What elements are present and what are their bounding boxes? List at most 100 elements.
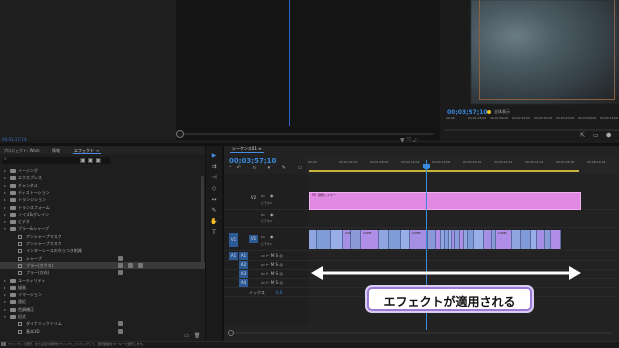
effects-folder[interactable]: ▸ 描画	[0, 284, 205, 291]
source-playhead[interactable]	[289, 0, 290, 126]
effects-folder[interactable]: ▾ 旧式	[0, 313, 205, 320]
effects-folder[interactable]: ▸ ユーティリティ	[0, 277, 205, 284]
slip-tool-icon[interactable]: ↔	[210, 196, 218, 204]
effects-item[interactable]: アンシャープマスク	[0, 240, 205, 247]
program-ruler[interactable]: 00;00 00;01;28;00 00;01;56;00 00;02;24;00 00…	[444, 116, 619, 122]
effects-item[interactable]: ブラー(方向)	[0, 269, 205, 276]
source-patch-v1[interactable]: V1	[229, 233, 238, 247]
lock-icon[interactable]: ▭	[261, 193, 265, 198]
effects-folder[interactable]: ▸ エクスプレス	[0, 174, 205, 181]
adjustment-layer-clip[interactable]	[309, 192, 581, 210]
sequence-tab-menu-icon[interactable]: ≡	[258, 146, 261, 151]
compare-view-icon[interactable]: ▭	[593, 132, 599, 139]
video-clip[interactable]	[512, 230, 521, 249]
effects-folder[interactable]: ▸ イージング	[0, 167, 205, 174]
selection-tool-icon[interactable]: ▶	[210, 152, 218, 160]
effects-folder[interactable]: ▾ ブラー&シャープ	[0, 225, 205, 232]
lock-icon[interactable]: ▭ ⊢ M S ◎	[261, 280, 283, 285]
lock-icon[interactable]: ▭	[261, 234, 265, 239]
timeline-toolbar[interactable]: ⁺↶ ∩ ▾ ✎ ▭	[229, 165, 307, 171]
chevron-right-icon[interactable]: ▸	[4, 285, 6, 290]
track-select-tool-icon[interactable]: ⇉	[210, 163, 218, 171]
video-clip[interactable]	[379, 230, 389, 249]
effects-folder[interactable]: ▸ ディストーション	[0, 189, 205, 196]
track-a4-toggle[interactable]: A4	[239, 279, 248, 287]
effects-folder[interactable]: ▸ チャンネル	[0, 182, 205, 189]
video-clip[interactable]	[537, 230, 545, 249]
video-clip[interactable]	[309, 230, 317, 249]
chevron-right-icon[interactable]: ▸	[4, 212, 6, 217]
timeline-scrollbar[interactable]	[228, 330, 618, 336]
video-clip[interactable]	[551, 230, 561, 249]
chevron-right-icon[interactable]: ▸	[4, 175, 6, 180]
chevron-down-icon[interactable]: ▾	[4, 314, 6, 319]
chevron-right-icon[interactable]: ▸	[4, 219, 6, 224]
video-clip[interactable]: C2PM	[361, 230, 379, 249]
lock-icon[interactable]: ▭ ⊢ M S ◎	[261, 262, 283, 267]
video-clip[interactable]	[484, 230, 492, 249]
video-clip[interactable]	[331, 230, 343, 249]
track-a3-toggle[interactable]: A3	[239, 270, 248, 278]
effects-folder[interactable]: ▸ トランスフォーム	[0, 204, 205, 211]
effects-item[interactable]: アンシャープマスク	[0, 233, 205, 240]
marker-icon[interactable]	[487, 110, 491, 114]
timeline-timecode[interactable]: 00;03;57;10	[229, 157, 276, 165]
chevron-right-icon[interactable]: ▸	[4, 190, 6, 195]
eye-icon[interactable]: ◉	[270, 212, 274, 217]
program-zoom-select[interactable]: 全体表示	[494, 109, 510, 115]
video-clip[interactable]: C2PM	[343, 230, 353, 249]
lock-icon[interactable]: ▭ ⊢ M S ◎	[261, 253, 283, 258]
video-clip[interactable]	[351, 230, 361, 249]
mix-value[interactable]: 0.0	[276, 290, 282, 295]
effects-folder[interactable]: ▸ ノイズ&グレイン	[0, 211, 205, 218]
eye-icon[interactable]: ◉	[270, 234, 274, 239]
tab-project[interactable]: プロジェクト: Work	[3, 148, 40, 154]
source-monitor[interactable]	[176, 0, 440, 140]
source-patch-a1[interactable]: A1	[229, 252, 238, 260]
chevron-right-icon[interactable]: ▸	[4, 307, 6, 312]
chevron-right-icon[interactable]: ▸	[4, 299, 6, 304]
effects-folder[interactable]: ▸ イマージョン	[0, 291, 205, 298]
lock-icon[interactable]: ▭	[261, 212, 265, 217]
video-clip[interactable]	[428, 230, 436, 249]
video-clip[interactable]	[474, 230, 484, 249]
chevron-right-icon[interactable]: ▸	[4, 292, 6, 297]
effects-item[interactable]: シャープ	[0, 255, 205, 262]
track-v1-toggle[interactable]: V1	[249, 235, 258, 243]
track-a2-toggle[interactable]: A2	[239, 261, 248, 269]
work-area-bar[interactable]	[309, 170, 579, 172]
video-clip[interactable]	[521, 230, 531, 249]
effects-item[interactable]: ダイナミックトリム	[0, 320, 205, 327]
video-clip[interactable]	[317, 230, 331, 249]
pen-tool-icon[interactable]: ✎	[210, 207, 218, 215]
type-tool-icon[interactable]: T	[210, 229, 218, 237]
lock-icon[interactable]: ▭ ⊢ M S ◎	[261, 271, 283, 276]
program-timecode[interactable]: 00;03;57;10	[447, 109, 488, 116]
settings-icon[interactable]: ⬢	[606, 132, 611, 139]
video-clip[interactable]	[401, 230, 410, 249]
video-clip[interactable]: C2PM	[496, 230, 512, 249]
chevron-right-icon[interactable]: ▸	[4, 183, 6, 188]
chevron-right-icon[interactable]: ▸	[4, 168, 6, 173]
effects-folder[interactable]: ▸ ビデオ	[0, 218, 205, 225]
new-folder-icon[interactable]: ▭	[184, 333, 189, 339]
export-frame-icon[interactable]: ⇱	[580, 132, 585, 139]
effects-folder[interactable]: ▸ トランジション	[0, 196, 205, 203]
effects-item[interactable]: インターレースのちらつき削減	[0, 247, 205, 254]
delete-icon[interactable]: 🗑	[194, 333, 200, 339]
eye-icon[interactable]: ◉	[270, 193, 274, 198]
effects-folder[interactable]: ▸ 遠近	[0, 298, 205, 305]
effects-folder[interactable]: ▸ 色調補正	[0, 306, 205, 313]
effects-filter-icons[interactable]: ▣▣▣	[80, 157, 103, 164]
chevron-right-icon[interactable]: ▸	[4, 205, 6, 210]
track-v2-toggle[interactable]: V2	[249, 194, 258, 202]
effects-item[interactable]: ブラー(ガウス)	[0, 261, 205, 269]
tab-info[interactable]: 情報	[52, 148, 60, 154]
track-a1-toggle[interactable]: A1	[239, 252, 248, 260]
ripple-edit-tool-icon[interactable]: ⊣	[210, 174, 218, 182]
hand-tool-icon[interactable]: ✋	[210, 218, 218, 226]
source-zoom-scrollbar[interactable]	[176, 130, 434, 138]
effects-scrollbar[interactable]	[201, 176, 204, 266]
razor-tool-icon[interactable]: ◇	[210, 185, 218, 193]
chevron-down-icon[interactable]: ▾	[4, 226, 6, 231]
